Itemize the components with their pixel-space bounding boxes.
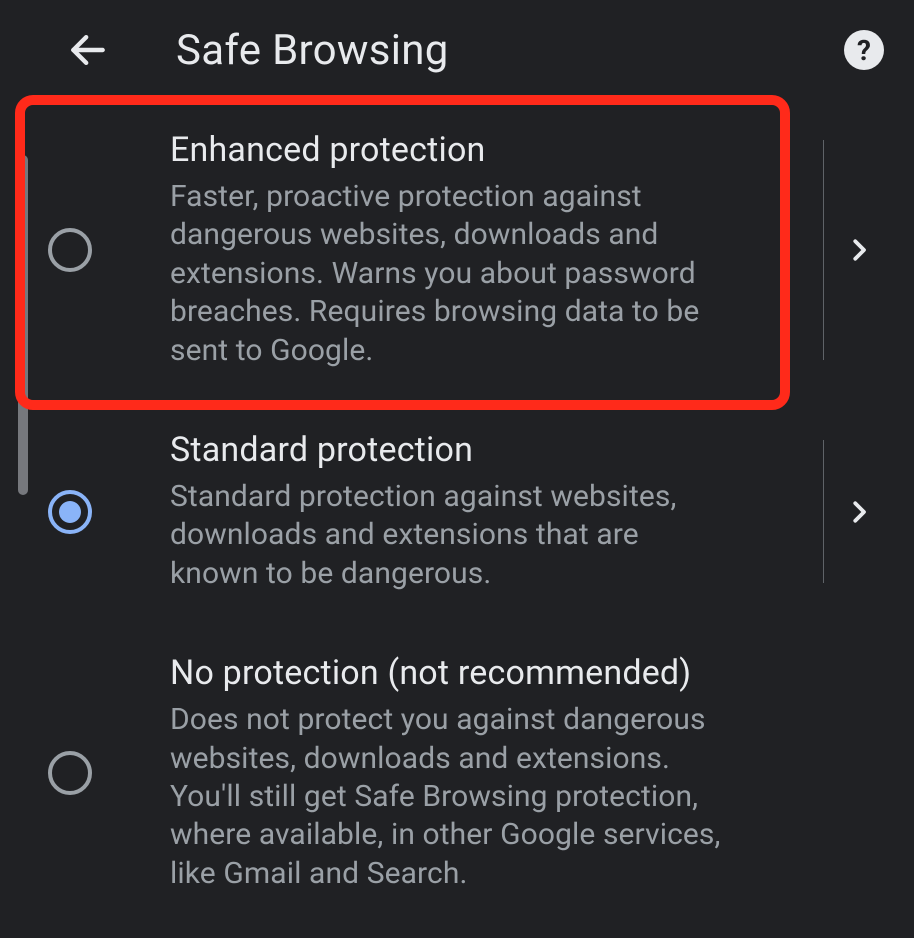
option-description: Faster, proactive protection against dan… <box>170 178 730 370</box>
option-standard-protection[interactable]: Standard protection Standard protection … <box>0 400 894 623</box>
page-title: Safe Browsing <box>176 26 449 75</box>
radio-wrap <box>30 490 110 534</box>
option-detail-enhanced[interactable] <box>824 235 894 265</box>
radio-wrap <box>30 228 110 272</box>
help-button[interactable]: ? <box>844 30 884 70</box>
option-text: Enhanced protection Faster, proactive pr… <box>110 130 823 370</box>
header-bar: Safe Browsing ? <box>0 0 914 100</box>
option-no-protection[interactable]: No protection (not recommended) Does not… <box>0 623 894 923</box>
radio-wrap <box>30 751 110 795</box>
radio-none[interactable] <box>48 751 92 795</box>
back-arrow-icon <box>66 28 110 72</box>
chevron-right-icon <box>844 497 874 527</box>
chevron-right-icon <box>844 235 874 265</box>
option-detail-standard[interactable] <box>824 497 894 527</box>
option-text: No protection (not recommended) Does not… <box>110 653 824 893</box>
back-button[interactable] <box>60 22 116 78</box>
option-description: Standard protection against websites, do… <box>170 478 730 593</box>
radio-enhanced[interactable] <box>48 228 92 272</box>
option-title: Enhanced protection <box>170 130 813 170</box>
option-enhanced-protection[interactable]: Enhanced protection Faster, proactive pr… <box>0 100 894 400</box>
option-description: Does not protect you against dangerous w… <box>170 701 730 893</box>
option-title: Standard protection <box>170 430 813 470</box>
option-text: Standard protection Standard protection … <box>110 430 823 593</box>
help-icon: ? <box>857 34 871 67</box>
radio-standard[interactable] <box>48 490 92 534</box>
option-title: No protection (not recommended) <box>170 653 814 693</box>
options-list: Enhanced protection Faster, proactive pr… <box>0 100 914 923</box>
